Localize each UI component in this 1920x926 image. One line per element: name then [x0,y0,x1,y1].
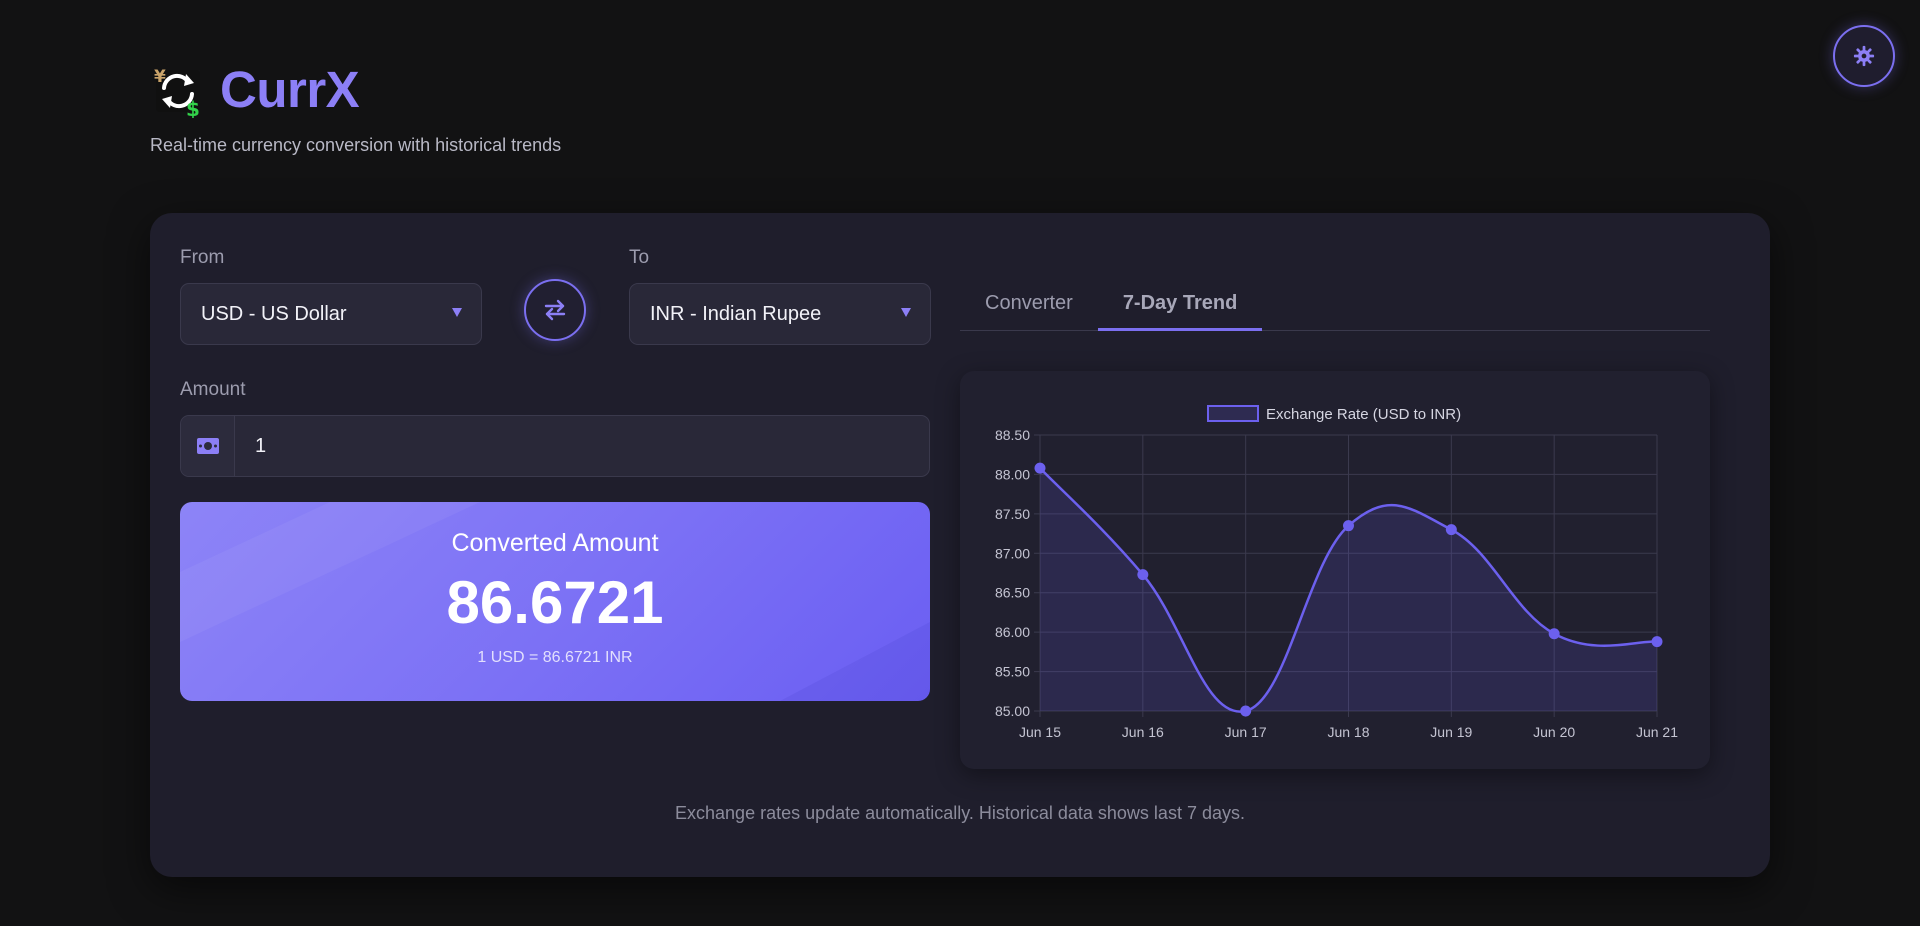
app-name: CurrX [220,61,360,118]
currency-exchange-logo-icon: ¥ $ [154,67,200,118]
data-point [1548,628,1560,640]
theme-toggle-button[interactable] [1833,25,1895,87]
data-point [1445,524,1457,536]
chevron-down-icon [452,308,462,317]
x-tick-label: Jun 17 [1225,724,1267,740]
to-currency-value: INR - Indian Rupee [650,302,822,325]
chevron-down-icon [901,308,911,317]
swap-arrows-icon [544,299,566,321]
x-tick-label: Jun 20 [1533,724,1575,740]
swap-currencies-button[interactable] [524,279,586,341]
app-header: ¥ $ CurrX Real-time currency conversion … [150,60,561,156]
converted-amount-title: Converted Amount [451,529,659,557]
data-point [1651,636,1663,648]
y-tick-label: 85.00 [995,703,1030,719]
data-point [1343,520,1354,532]
x-tick-label: Jun 19 [1430,724,1472,740]
converter-card: From USD - US Dollar To INR - Indian Rup… [150,213,1770,877]
converted-amount-value: 86.6721 [446,569,664,636]
money-icon [196,438,219,454]
data-point [1240,705,1252,717]
amount-field-group [180,415,930,477]
from-label: From [180,247,225,268]
y-tick-label: 88.50 [995,427,1030,443]
app-tagline: Real-time currency conversion with histo… [150,135,562,155]
from-currency-value: USD - US Dollar [201,302,347,325]
converted-amount-panel: Converted Amount 86.6721 1 USD = 86.6721… [180,502,930,701]
view-tabs: Converter 7-Day Trend [960,283,1710,331]
trend-chart-panel: 85.00 85.50 86.00 86.50 87.00 87.50 88.00 88.50… [960,371,1710,769]
gear-icon [1853,45,1875,67]
y-tick-label: 88.00 [995,466,1030,482]
y-tick-label: 86.00 [995,624,1030,640]
legend-swatch [1207,405,1259,422]
svg-text:¥: ¥ [154,67,166,87]
amount-prefix [181,416,235,476]
amount-label: Amount [180,379,246,400]
from-currency-select[interactable]: USD - US Dollar [180,283,482,345]
tab-7-day-trend[interactable]: 7-Day Trend [1097,283,1263,331]
tab-converter[interactable]: Converter [960,283,1098,331]
y-tick-label: 87.00 [995,545,1030,561]
x-tick-label: Jun 15 [1019,724,1061,740]
svg-text:$: $ [186,97,200,118]
to-currency-select[interactable]: INR - Indian Rupee [629,283,931,345]
y-tick-label: 85.50 [995,664,1030,680]
y-tick-label: 87.50 [995,506,1030,522]
x-tick-label: Jun 16 [1122,724,1164,740]
legend-label: Exchange Rate (USD to INR) [1266,406,1461,423]
x-tick-label: Jun 18 [1327,724,1369,740]
to-label: To [629,247,650,268]
y-tick-label: 86.50 [995,585,1030,601]
trend-chart: 85.00 85.50 86.00 86.50 87.00 87.50 88.00 88.50… [995,405,1678,740]
footer-note: Exchange rates update automatically. His… [675,803,1245,823]
x-tick-label: Jun 21 [1636,724,1678,740]
exchange-rate-text: 1 USD = 86.6721 INR [477,649,633,666]
data-point [1137,569,1149,581]
data-point [1034,462,1046,474]
brand: ¥ $ CurrX [150,60,561,119]
amount-input[interactable] [235,416,929,476]
